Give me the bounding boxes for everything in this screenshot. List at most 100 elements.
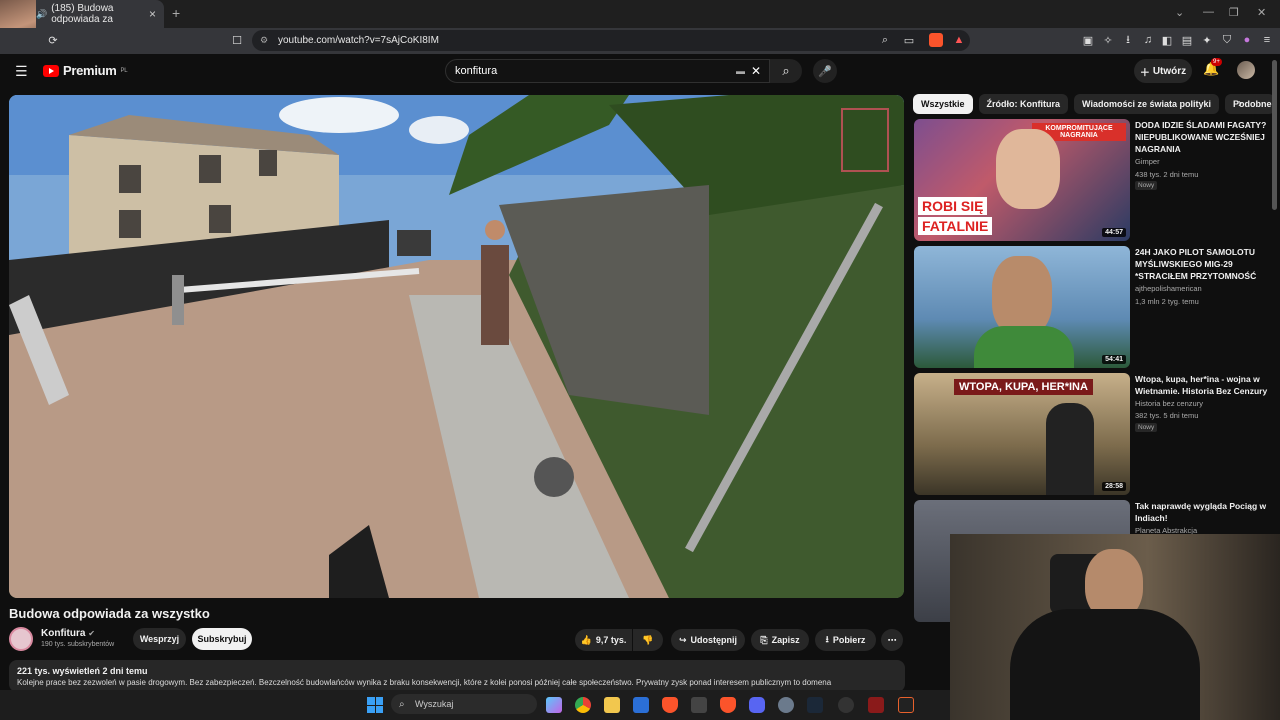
- thumbnail-headline-1: ROBI SIĘ: [918, 197, 988, 215]
- video-thumbnail[interactable]: WTOPA, KUPA, HER*INA 28:58: [914, 373, 1130, 495]
- recommendation-channel: Gimper: [1135, 157, 1160, 166]
- steam-icon[interactable]: [807, 697, 823, 713]
- subscribe-button[interactable]: Subskrybuj: [192, 628, 252, 650]
- thumbnail-face: [992, 256, 1052, 336]
- more-icon: ⋯: [887, 634, 897, 645]
- create-label: Utwórz: [1152, 65, 1187, 77]
- channel-name[interactable]: Konfitura ✔: [41, 628, 95, 639]
- logo-text: Premium: [63, 63, 117, 78]
- more-actions-button[interactable]: ⋯: [881, 629, 903, 651]
- voice-search-button[interactable]: 🎤: [813, 59, 837, 83]
- share-button[interactable]: ↪ Udostępnij: [671, 629, 745, 651]
- thumbnail-person: [1046, 403, 1094, 495]
- obs-icon[interactable]: [838, 697, 854, 713]
- recommendation-title: 24H JAKO PILOT SAMOLOTU MYŚLIWSKIEGO MIG…: [1135, 247, 1257, 281]
- puzzle-icon[interactable]: ✧: [1101, 33, 1115, 47]
- game-icon[interactable]: [868, 697, 884, 713]
- search-input[interactable]: konfitura ▬ ✕: [445, 59, 770, 83]
- zoom-icon[interactable]: ⌕: [878, 33, 892, 47]
- maximize-icon[interactable]: ❐: [1229, 6, 1239, 19]
- account-avatar[interactable]: [1237, 61, 1255, 79]
- search-value: konfitura: [455, 65, 498, 77]
- file-explorer-icon[interactable]: [604, 697, 620, 713]
- description-box[interactable]: 221 tys. wyświetleń 2 dni temu Kolejne p…: [9, 660, 905, 692]
- copilot-icon[interactable]: [546, 697, 562, 713]
- brave-icon[interactable]: [662, 697, 678, 713]
- new-tab-button[interactable]: +: [172, 5, 180, 21]
- store-icon[interactable]: [633, 697, 649, 713]
- microphone-icon: 🎤: [818, 65, 832, 78]
- download-button[interactable]: ⭳ Pobierz: [815, 629, 876, 651]
- notification-count-badge: 9+: [1211, 58, 1222, 66]
- keyboard-icon[interactable]: ▬: [736, 66, 745, 76]
- video-title: Budowa odpowiada za wszystko: [9, 606, 210, 621]
- save-label: Zapisz: [771, 635, 800, 645]
- description-text: Kolejne prace bez zezwoleń w pasie drogo…: [17, 678, 832, 687]
- search-button[interactable]: ⌕: [770, 59, 802, 83]
- channel-avatar[interactable]: [9, 627, 33, 651]
- address-bar[interactable]: ⚙ youtube.com/watch?v=7sAjCoKI8IM: [252, 30, 970, 51]
- recommendation-stats: 382 tys. 5 dni temu: [1135, 411, 1199, 420]
- like-count: 9,7 tys.: [595, 635, 627, 645]
- chip-source[interactable]: Źródło: Konfitura: [978, 94, 1069, 114]
- minimize-icon[interactable]: —: [1203, 6, 1214, 18]
- profile-icon[interactable]: ●: [1240, 33, 1254, 47]
- recommendation-title: Wtopa, kupa, her*ina - wojna w Wietnamie…: [1135, 374, 1268, 396]
- download-arrow-icon: ⭳: [825, 634, 829, 644]
- recommendation-item[interactable]: KOMPROMITUJĄCE NAGRANIA ROBI SIĘ FATALNI…: [914, 119, 1270, 241]
- hamburger-menu-icon[interactable]: ☰: [15, 63, 28, 80]
- share-icon: ↪: [678, 634, 687, 645]
- settings-gear-icon[interactable]: [778, 697, 794, 713]
- recommendation-stats: 438 tys. 2 dni temu: [1135, 170, 1199, 179]
- leo-icon[interactable]: ✦: [1200, 33, 1214, 47]
- save-button[interactable]: ⎘ Zapisz: [751, 629, 809, 651]
- cast-icon[interactable]: ▭: [902, 33, 916, 47]
- recommendation-item[interactable]: 54:41 24H JAKO PILOT SAMOLOTU MYŚLIWSKIE…: [914, 246, 1270, 368]
- extension-icon[interactable]: ▣: [1081, 33, 1095, 47]
- clear-search-icon[interactable]: ✕: [751, 64, 761, 78]
- brave-active-icon[interactable]: [720, 697, 736, 713]
- reload-icon[interactable]: ⟳: [46, 33, 60, 47]
- recommendation-item[interactable]: WTOPA, KUPA, HER*INA 28:58 Wtopa, kupa, …: [914, 373, 1270, 495]
- video-player[interactable]: [9, 95, 904, 598]
- video-duration: 44:57: [1102, 228, 1126, 237]
- tab-search-icon[interactable]: ⌄: [1175, 6, 1184, 19]
- close-tab-icon[interactable]: ×: [149, 7, 156, 21]
- menu-icon[interactable]: ≡: [1260, 33, 1274, 47]
- site-info-icon[interactable]: ⚙: [260, 35, 268, 46]
- thumbnail-face: [996, 129, 1060, 209]
- youtube-logo[interactable]: Premium PL: [43, 63, 128, 78]
- support-button[interactable]: Wesprzyj: [133, 628, 186, 650]
- app-icon[interactable]: [691, 697, 707, 713]
- dislike-button[interactable]: 👎: [633, 629, 663, 651]
- views-and-date: 221 tys. wyświetleń 2 dni temu: [17, 666, 148, 676]
- thumbnail-suit: [974, 326, 1074, 368]
- brave-shields-icon[interactable]: [929, 33, 943, 47]
- bookmark-icon[interactable]: ☐: [230, 33, 244, 47]
- vpn-icon[interactable]: ⛉: [1220, 33, 1234, 47]
- app-icon[interactable]: [898, 697, 914, 713]
- sidebar-icon[interactable]: ◧: [1160, 33, 1174, 47]
- rewards-icon[interactable]: ▲: [952, 33, 966, 47]
- video-duration: 54:41: [1102, 355, 1126, 364]
- tab-title: (185) Budowa odpowiada za: [51, 3, 114, 25]
- windows-start-icon[interactable]: [367, 697, 383, 713]
- video-thumbnail[interactable]: KOMPROMITUJĄCE NAGRANIA ROBI SIĘ FATALNI…: [914, 119, 1130, 241]
- url-text: youtube.com/watch?v=7sAjCoKI8IM: [278, 35, 439, 46]
- close-window-icon[interactable]: ✕: [1257, 6, 1266, 19]
- chevron-right-icon[interactable]: ›: [1238, 96, 1242, 110]
- sidebar-scrollbar[interactable]: [1272, 60, 1277, 210]
- like-button[interactable]: 👍 9,7 tys.: [575, 629, 632, 651]
- chip-politics[interactable]: Wiadomości ze świata polityki: [1074, 94, 1219, 114]
- media-icon[interactable]: ♫: [1141, 33, 1155, 47]
- download-icon[interactable]: ⭳: [1121, 33, 1135, 47]
- create-button[interactable]: ＋ Utwórz: [1134, 59, 1192, 83]
- video-thumbnail[interactable]: 54:41: [914, 246, 1130, 368]
- chip-all[interactable]: Wszystkie: [913, 94, 973, 114]
- taskbar-search-input[interactable]: ⌕ Wyszukaj: [391, 694, 537, 714]
- chip-similar[interactable]: Podobne: [1224, 94, 1275, 114]
- recommendation-channel: ajthepolishamerican: [1135, 284, 1202, 293]
- discord-icon[interactable]: [749, 697, 765, 713]
- chrome-icon[interactable]: [575, 697, 591, 713]
- wallet-icon[interactable]: ▤: [1180, 33, 1194, 47]
